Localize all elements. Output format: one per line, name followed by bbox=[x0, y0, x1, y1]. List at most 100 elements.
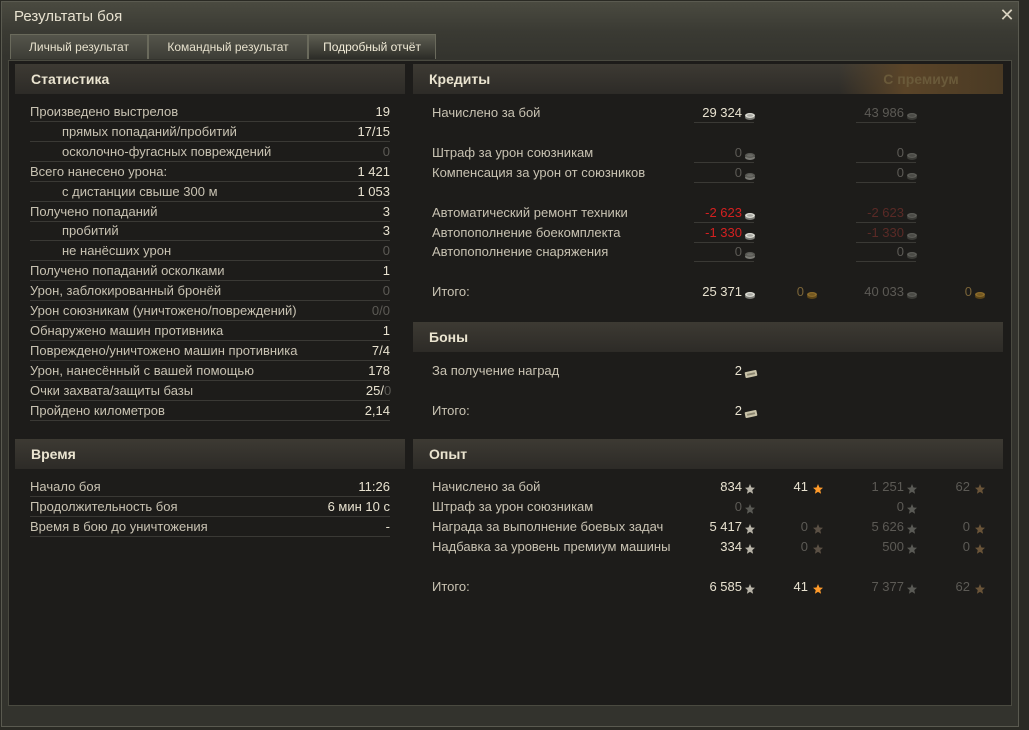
stat-value: 1 053 bbox=[357, 183, 390, 199]
row-label: Надбавка за уровень премиум машины bbox=[432, 539, 671, 554]
stat-value: 1 421 bbox=[357, 163, 390, 179]
stat-value: 1 bbox=[382, 263, 390, 279]
row-label: Повреждено/уничтожено машин противника bbox=[30, 342, 298, 358]
gold-premium-total-value: 0 bbox=[964, 284, 972, 299]
stat-row: Урон, заблокированный бронёй 0 bbox=[30, 281, 390, 302]
stat-row: Очки захвата/защиты базы 25/0 bbox=[30, 381, 392, 401]
premium-xp-value: 0 bbox=[896, 499, 904, 514]
title-bar[interactable]: Результаты боя ✕ bbox=[2, 2, 1018, 32]
free-xp-value: 0 bbox=[800, 519, 808, 534]
experience-star-icon bbox=[906, 541, 918, 561]
row-label: Начислено за бой bbox=[432, 479, 541, 494]
credit-premium-value: 0 bbox=[896, 145, 904, 160]
credit-premium-value: -1 330 bbox=[867, 225, 904, 240]
tab-personal-result[interactable]: Личный результат bbox=[10, 34, 148, 59]
bond-value: 2 bbox=[734, 363, 742, 378]
value-underline bbox=[694, 261, 754, 262]
gold-icon bbox=[974, 286, 986, 306]
bond-icon bbox=[744, 405, 758, 425]
experience-row: Штраф за урон союзникам 0 0 bbox=[432, 497, 992, 517]
credit-row: Начислено за бой 29 324 43 986 bbox=[432, 103, 917, 123]
row-label: Получено попаданий bbox=[30, 203, 158, 219]
time-value: 11:26 bbox=[358, 479, 390, 494]
credit-total-value: 25 371 bbox=[702, 284, 742, 299]
stat-row: с дистанции свыше 300 м 1 053 bbox=[30, 182, 390, 202]
battle-results-window: Результаты боя ✕ Личный результат Команд… bbox=[1, 1, 1019, 727]
premium-column-header: С премиум bbox=[839, 64, 1003, 94]
time-header: Время bbox=[15, 439, 405, 469]
stat-value: 2,14 bbox=[364, 402, 390, 418]
free-xp-value: 0 bbox=[800, 539, 808, 554]
tab-detailed-report[interactable]: Подробный отчёт bbox=[308, 34, 436, 59]
row-label: Автопополнение снаряжения bbox=[432, 244, 609, 259]
xp-value: 334 bbox=[720, 539, 742, 554]
row-label: Итого: bbox=[432, 579, 470, 594]
credit-icon bbox=[744, 286, 756, 306]
credit-value: 0 bbox=[734, 145, 742, 160]
stat-value: 19 bbox=[375, 104, 390, 119]
stat-value: 3 bbox=[382, 203, 390, 219]
credit-row: Автоматический ремонт техники -2 623 -2 62… bbox=[432, 203, 917, 223]
credit-row: Автопополнение боекомплекта -1 330 -1 330 bbox=[432, 223, 917, 243]
value-underline bbox=[694, 122, 754, 123]
credit-value: 29 324 bbox=[702, 105, 742, 120]
credit-total-row: Итого: 25 371 0 40 033 0 bbox=[432, 282, 992, 302]
row-label: За получение наград bbox=[432, 363, 560, 378]
stat-value: 7/4 bbox=[371, 342, 390, 358]
stat-row: Произведено выстрелов 19 bbox=[30, 102, 390, 122]
experience-star-icon bbox=[744, 581, 756, 601]
close-icon[interactable]: ✕ bbox=[998, 6, 1016, 24]
row-label: пробитий bbox=[62, 223, 119, 239]
bonds-header: Боны bbox=[413, 322, 1003, 352]
bond-row: Итого: 2 bbox=[432, 401, 772, 421]
stat-row: Урон, нанесённый с вашей помощью 178 bbox=[30, 361, 390, 381]
stat-row: Получено попаданий 3 bbox=[30, 202, 390, 222]
bond-icon bbox=[744, 365, 758, 385]
premium-free-xp-value: 0 bbox=[962, 519, 970, 534]
report-panel: Статистика Произведено выстрелов 19 прямых… bbox=[8, 60, 1012, 706]
stat-value: 25/ bbox=[365, 382, 384, 398]
credit-icon bbox=[744, 167, 756, 187]
row-label: Начислено за бой bbox=[432, 105, 541, 120]
stat-value-secondary: 0 bbox=[384, 382, 392, 398]
credit-row: Автопополнение снаряжения 0 0 bbox=[432, 242, 917, 262]
experience-star-icon bbox=[906, 581, 918, 601]
row-label: Начало боя bbox=[30, 479, 101, 494]
credit-row: Штраф за урон союзникам 0 0 bbox=[432, 143, 917, 163]
window-title: Результаты боя bbox=[14, 8, 123, 25]
row-label: Произведено выстрелов bbox=[30, 104, 179, 119]
row-label: Всего нанесено урона: bbox=[30, 163, 168, 179]
row-label: Автоматический ремонт техники bbox=[432, 205, 628, 220]
free-xp-value: 41 bbox=[793, 479, 808, 494]
credit-icon bbox=[744, 246, 756, 266]
row-label: Обнаружено машин противника bbox=[30, 322, 224, 338]
credit-icon bbox=[906, 107, 918, 127]
time-value: - bbox=[385, 519, 390, 534]
row-label: Автопополнение боекомплекта bbox=[432, 225, 621, 240]
row-label: Урон, нанесённый с вашей помощью bbox=[30, 362, 254, 378]
premium-free-xp-value: 62 bbox=[955, 479, 970, 494]
row-label: Пройдено километров bbox=[30, 402, 165, 418]
premium-xp-value: 1 251 bbox=[871, 479, 904, 494]
row-label: Компенсация за урон от союзников bbox=[432, 165, 646, 180]
row-label: Получено попаданий осколками bbox=[30, 263, 225, 279]
experience-row: Надбавка за уровень премиум машины 334 0 50… bbox=[432, 537, 992, 557]
premium-xp-value: 5 626 bbox=[871, 519, 904, 534]
statistics-header: Статистика bbox=[15, 64, 405, 94]
time-row: Начало боя 11:26 bbox=[30, 477, 390, 497]
value-underline bbox=[856, 182, 916, 183]
gold-total-value: 0 bbox=[796, 284, 804, 299]
stat-value: 0/0 bbox=[371, 303, 390, 318]
tab-team-result[interactable]: Командный результат bbox=[148, 34, 308, 59]
xp-value: 6 585 bbox=[709, 579, 742, 594]
value-underline bbox=[856, 122, 916, 123]
stat-row: осколочно-фугасных повреждений 0 bbox=[30, 142, 390, 162]
premium-free-xp-value: 0 bbox=[962, 539, 970, 554]
credit-value: -2 623 bbox=[705, 205, 742, 220]
stat-value: 0 bbox=[382, 283, 390, 299]
row-label: Продолжительность боя bbox=[30, 499, 178, 514]
premium-xp-value: 500 bbox=[882, 539, 904, 554]
xp-value: 0 bbox=[734, 499, 742, 514]
stat-row: прямых попаданий/пробитий 17/15 bbox=[30, 122, 390, 142]
stat-value: 1 bbox=[382, 322, 390, 338]
